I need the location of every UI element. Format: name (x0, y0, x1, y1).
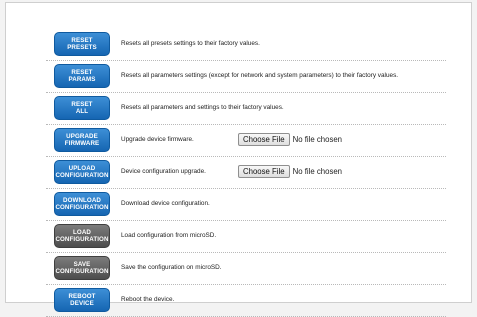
maintenance-list: Reset Presets Resets all presets setting… (46, 29, 446, 317)
upload-configuration-row: Upload Configuration Device configuratio… (46, 157, 446, 189)
choose-file-button[interactable]: Choose File (238, 133, 290, 146)
reset-all-row: Reset All Resets all parameters and sett… (46, 93, 446, 125)
reset-presets-row: Reset Presets Resets all presets setting… (46, 29, 446, 61)
reset-params-row: Reset Params Resets all parameters setti… (46, 61, 446, 93)
button-label-line1: Reboot (68, 293, 96, 300)
maintenance-panel: Reset Presets Resets all presets setting… (5, 2, 472, 317)
file-status-text: No file chosen (292, 167, 343, 176)
button-label-line1: Upgrade (66, 133, 98, 140)
upgrade-firmware-row: Upgrade Firmware Upgrade device firmware… (46, 125, 446, 157)
reset-all-button[interactable]: Reset All (54, 96, 110, 120)
button-label-line1: Load (73, 229, 91, 236)
download-configuration-description: Download device configuration. (121, 200, 210, 207)
upload-configuration-description: Device configuration upgrade. (121, 168, 206, 175)
upgrade-firmware-button[interactable]: Upgrade Firmware (54, 128, 110, 152)
button-label-line1: Reset (71, 101, 93, 108)
button-label-line2: Presets (67, 44, 97, 51)
button-label-line1: Reset (71, 69, 93, 76)
load-configuration-button[interactable]: Load Configuration (54, 224, 110, 248)
button-label-line2: Device (70, 300, 94, 307)
save-configuration-description: Save the configuration on microSD. (121, 264, 222, 271)
button-label-line2: Configuration (55, 172, 109, 179)
configuration-file-picker: Choose File No file chosen (238, 165, 342, 178)
reset-params-description: Resets all parameters settings (except f… (121, 72, 399, 79)
reset-all-description: Resets all parameters and settings to th… (121, 104, 284, 111)
reset-presets-description: Resets all presets settings to their fac… (121, 40, 260, 47)
button-label-line1: Save (73, 261, 91, 268)
button-label-line2: Params (68, 76, 96, 83)
upload-configuration-button[interactable]: Upload Configuration (54, 160, 110, 184)
reboot-device-description: Reboot the device. (121, 296, 175, 303)
button-label-line1: Upload (68, 165, 96, 172)
button-label-line2: Configuration (55, 268, 109, 275)
save-configuration-row: Save Configuration Save the configuratio… (46, 253, 446, 285)
button-label-line2: Firmware (64, 140, 100, 147)
button-label-line2: All (75, 108, 89, 115)
button-label-line2: Configuration (55, 236, 109, 243)
reboot-device-row: Reboot Device Reboot the device. (46, 285, 446, 317)
load-configuration-description: Load configuration from microSD. (121, 232, 217, 239)
reset-presets-button[interactable]: Reset Presets (54, 32, 110, 56)
choose-file-button[interactable]: Choose File (238, 165, 290, 178)
reboot-device-button[interactable]: Reboot Device (54, 288, 110, 312)
file-status-text: No file chosen (292, 135, 343, 144)
reset-params-button[interactable]: Reset Params (54, 64, 110, 88)
upgrade-firmware-description: Upgrade device firmware. (121, 136, 194, 143)
firmware-file-picker: Choose File No file chosen (238, 133, 342, 146)
button-label-line2: Configuration (55, 204, 109, 211)
download-configuration-row: Download Configuration Download device c… (46, 189, 446, 221)
download-configuration-button[interactable]: Download Configuration (54, 192, 110, 216)
button-label-line1: Reset (71, 37, 93, 44)
save-configuration-button[interactable]: Save Configuration (54, 256, 110, 280)
load-configuration-row: Load Configuration Load configuration fr… (46, 221, 446, 253)
button-label-line1: Download (63, 197, 101, 204)
